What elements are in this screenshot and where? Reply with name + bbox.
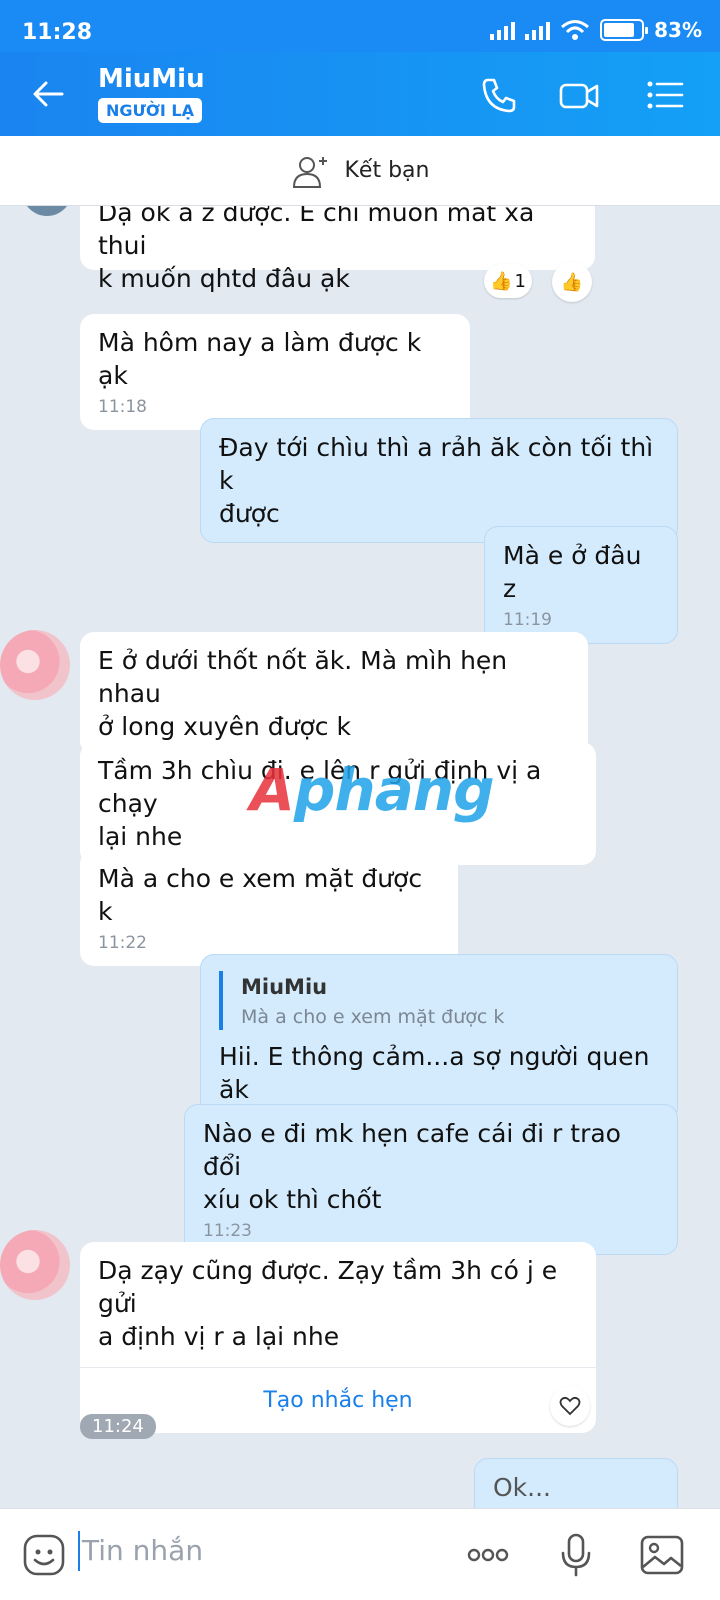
- message-text: a định vị r a lại nhe: [98, 1322, 340, 1351]
- incoming-message[interactable]: Dạ ok a z được. E chỉ muốn mát xa thui k…: [80, 206, 595, 293]
- outgoing-message[interactable]: Đay tới chìu thì a rảh ăk còn tối thì k …: [200, 418, 678, 543]
- watermark-logo: Aphang: [250, 756, 495, 824]
- message-text: E ở dưới thốt nốt ăk. Mà mìh hẹn nhau: [98, 646, 508, 708]
- message-list[interactable]: Dạ ok a z được. E chỉ muốn mát xa thui k…: [0, 206, 720, 1508]
- wifi-icon: [561, 20, 590, 40]
- message-text: Đay tới chìu thì a rảh ăk còn tối thì k: [219, 433, 654, 495]
- outgoing-reply-message[interactable]: MiuMiu Mà a cho e xem mặt được k Hii. E …: [200, 954, 678, 1121]
- reaction-number: 1: [514, 270, 526, 292]
- create-reminder-button[interactable]: Tạo nhắc hẹn: [80, 1367, 596, 1433]
- stranger-badge: NGƯỜI LẠ: [98, 98, 202, 123]
- emoji-sticker-icon[interactable]: [20, 1531, 68, 1579]
- add-friend-label: Kết bạn: [344, 158, 430, 183]
- outgoing-message[interactable]: Mà e ở đâu z 11:19: [484, 526, 678, 644]
- menu-list-icon[interactable]: [644, 74, 686, 116]
- avatar[interactable]: [0, 1230, 70, 1300]
- status-bar: 11:28 83%: [0, 0, 720, 52]
- message-time: 11:19: [503, 610, 552, 630]
- message-text: Mà a cho e xem mặt được k: [98, 864, 423, 926]
- react-button[interactable]: 👍: [552, 262, 592, 302]
- add-friend-icon: [292, 156, 327, 188]
- text-cursor: [78, 1531, 80, 1571]
- incoming-message[interactable]: Mà hôm nay a làm được k ạk 11:18: [80, 314, 470, 430]
- message-text: Hii. E thông cảm...a sợ người quen ăk: [219, 1042, 650, 1104]
- incoming-message[interactable]: Dạ zạy cũng được. Zạy tầm 3h có j e gửi …: [80, 1242, 596, 1433]
- message-text: ở long xuyên được k: [98, 712, 351, 741]
- message-text: Dạ ok a z được. E chỉ muốn mát xa thui: [98, 206, 535, 260]
- time-separator: 11:24: [80, 1414, 156, 1439]
- image-gallery-icon[interactable]: [638, 1531, 686, 1579]
- avatar[interactable]: [22, 206, 72, 216]
- video-call-icon[interactable]: [558, 74, 600, 116]
- contact-name[interactable]: MiuMiu: [98, 64, 205, 94]
- thumbs-up-icon: 👍: [560, 271, 584, 293]
- message-text: Mà e ở đâu z: [503, 541, 642, 603]
- signal-icon-2: [525, 20, 551, 40]
- back-arrow-icon[interactable]: [28, 74, 68, 114]
- heart-react-button[interactable]: [550, 1386, 590, 1426]
- message-input[interactable]: Tin nhắn: [82, 1534, 203, 1567]
- heart-icon: [559, 1396, 581, 1416]
- add-friend-button[interactable]: Kết bạn: [0, 136, 720, 206]
- avatar[interactable]: [0, 630, 70, 700]
- message-text: Dạ zạy cũng được. Zạy tầm 3h có j e gửi: [98, 1256, 558, 1318]
- message-text: xíu ok thì chốt: [203, 1185, 382, 1214]
- message-time: 11:18: [98, 397, 147, 417]
- chat-header: MiuMiu NGƯỜI LẠ: [0, 52, 720, 136]
- outgoing-message-partial[interactable]: Ok...: [474, 1458, 678, 1508]
- message-text: Ok...: [493, 1473, 551, 1502]
- signal-icon: [490, 20, 516, 40]
- outgoing-message[interactable]: Nào e đi mk hẹn cafe cái đi r trao đổi x…: [184, 1104, 678, 1255]
- battery-percent: 83%: [654, 18, 702, 42]
- reaction-count[interactable]: 👍 1: [484, 264, 532, 298]
- message-text: Nào e đi mk hẹn cafe cái đi r trao đổi: [203, 1119, 621, 1181]
- quoted-message[interactable]: MiuMiu Mà a cho e xem mặt được k: [219, 971, 659, 1030]
- status-time: 11:28: [22, 20, 93, 45]
- thumbs-up-icon: 👍: [490, 270, 513, 292]
- battery-icon: [600, 19, 649, 41]
- message-text: Mà hôm nay a làm được k ạk: [98, 328, 422, 390]
- quoted-text: Mà a cho e xem mặt được k: [241, 1006, 505, 1028]
- incoming-message[interactable]: E ở dưới thốt nốt ăk. Mà mìh hẹn nhau ở …: [80, 632, 588, 755]
- quoted-sender: MiuMiu: [241, 975, 328, 999]
- more-options-icon[interactable]: [464, 1531, 512, 1579]
- message-text: lại nhe: [98, 822, 183, 851]
- microphone-icon[interactable]: [552, 1531, 600, 1579]
- message-input-bar: Tin nhắn: [0, 1508, 720, 1600]
- message-time: 11:22: [98, 933, 147, 953]
- message-time: 11:23: [203, 1221, 252, 1241]
- incoming-message[interactable]: Mà a cho e xem mặt được k 11:22: [80, 850, 458, 966]
- phone-call-icon[interactable]: [478, 74, 520, 116]
